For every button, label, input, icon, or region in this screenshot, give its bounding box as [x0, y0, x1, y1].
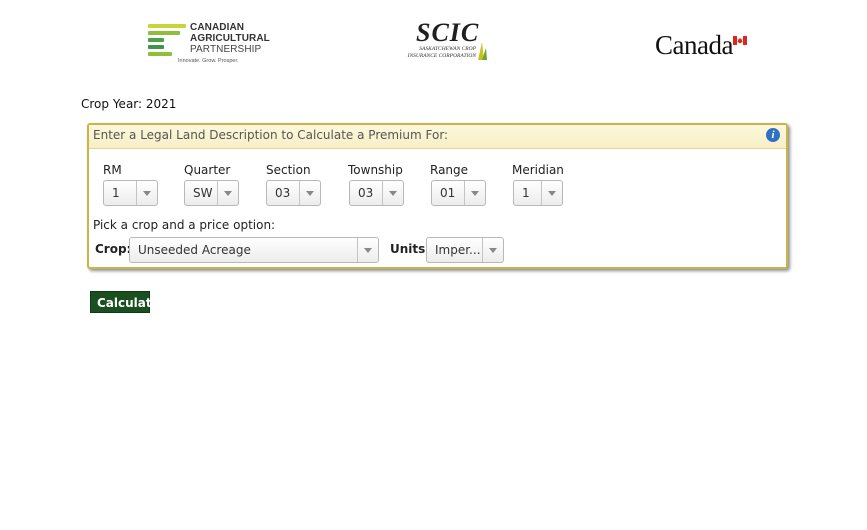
canada-flag-icon: [733, 36, 747, 45]
calculate-button[interactable]: Calculate: [90, 291, 160, 313]
scic-sub-line1: SASKATCHEWAN CROP: [419, 46, 476, 52]
chevron-down-icon: [541, 181, 562, 205]
range-select[interactable]: 01: [431, 180, 486, 206]
quarter-select[interactable]: SW: [184, 180, 239, 206]
range-label: Range: [430, 163, 469, 177]
crop-year: Crop Year: 2021: [81, 97, 176, 111]
township-label: Township: [348, 163, 403, 177]
units-value: Imper...: [435, 243, 481, 257]
cap-logo-text: CANADIAN AGRICULTURAL PARTNERSHIP: [190, 22, 270, 55]
chevron-down-icon: [217, 181, 238, 205]
chevron-down-icon: [357, 238, 378, 262]
chevron-down-icon: [299, 181, 320, 205]
scic-wordmark: SCIC: [416, 18, 480, 47]
township-select[interactable]: 03: [349, 180, 404, 206]
crop-label: Crop:: [95, 242, 132, 256]
chevron-down-icon: [382, 181, 403, 205]
canada-wordmark: Canada: [655, 30, 733, 60]
chevron-down-icon: [464, 181, 485, 205]
quarter-label: Quarter: [184, 163, 231, 177]
info-icon[interactable]: i: [766, 128, 780, 142]
scic-logo: SCIC SASKATCHEWAN CROP INSURANCE CORPORA…: [390, 18, 490, 64]
crop-value: Unseeded Acreage: [138, 243, 251, 257]
units-label: Units:: [390, 242, 431, 256]
range-value: 01: [440, 186, 456, 200]
panel-title: Enter a Legal Land Description to Calcul…: [93, 128, 449, 142]
crop-year-label: Crop Year:: [81, 97, 143, 111]
rm-select[interactable]: 1: [103, 180, 158, 206]
section-label: Section: [266, 163, 311, 177]
crop-year-value: 2021: [145, 97, 177, 111]
cap-line1: CANADIAN: [190, 22, 245, 33]
cap-logo: CANADIAN AGRICULTURAL PARTNERSHIP Innova…: [146, 20, 270, 68]
scic-subtitle: SASKATCHEWAN CROP INSURANCE CORPORATION: [390, 46, 476, 60]
meridian-value: 1: [522, 186, 530, 200]
section-select[interactable]: 03: [266, 180, 321, 206]
township-value: 03: [358, 186, 374, 200]
rm-label: RM: [103, 163, 122, 177]
cap-logo-bars-icon: [148, 24, 186, 58]
cap-line3: PARTNERSHIP: [190, 44, 262, 55]
chevron-down-icon: [136, 181, 157, 205]
rm-value: 1: [112, 186, 120, 200]
cap-line2: AGRICULTURAL: [190, 33, 270, 44]
units-select[interactable]: Imper...: [426, 237, 504, 263]
wheat-leaf-icon: [478, 42, 487, 60]
meridian-select[interactable]: 1: [513, 180, 563, 206]
meridian-label: Meridian: [512, 163, 564, 177]
section-value: 03: [275, 186, 291, 200]
chevron-down-icon: [482, 238, 503, 262]
crop-select[interactable]: Unseeded Acreage: [129, 237, 379, 263]
cap-tagline: Innovate. Grow. Prosper.: [178, 58, 239, 64]
legal-land-panel: Enter a Legal Land Description to Calcul…: [87, 123, 788, 269]
quarter-value: SW: [193, 186, 213, 200]
panel-header: Enter a Legal Land Description to Calcul…: [89, 125, 786, 149]
scic-sub-line2: INSURANCE CORPORATION: [407, 53, 476, 59]
pick-crop-label: Pick a crop and a price option:: [93, 218, 276, 232]
